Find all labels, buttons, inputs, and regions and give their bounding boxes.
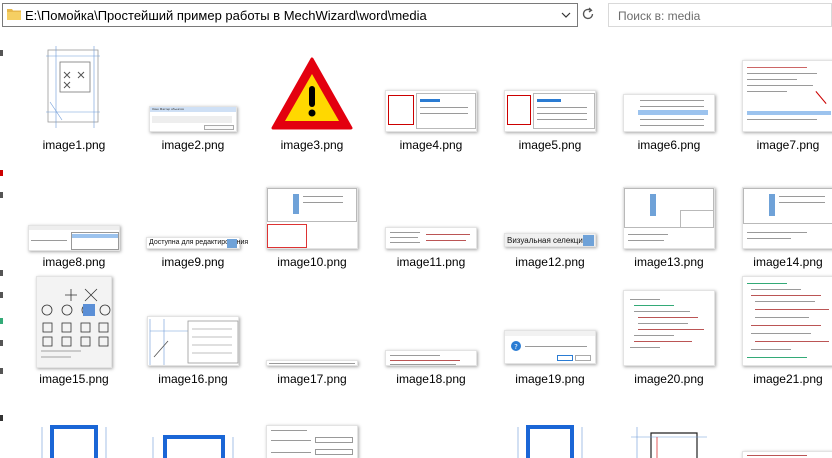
file-item[interactable] [491, 389, 609, 458]
thumbnail [147, 316, 239, 366]
file-item[interactable] [253, 389, 371, 458]
thumbnail [742, 276, 832, 366]
file-name: image3.png [280, 138, 344, 152]
svg-text:?: ? [514, 343, 518, 351]
thumbnail [266, 187, 358, 249]
file-item[interactable]: image17.png [253, 272, 371, 390]
thumbnail [627, 423, 711, 458]
thumbnail [623, 187, 715, 249]
file-name: image10.png [277, 255, 347, 269]
thumbnail [270, 56, 354, 132]
file-item[interactable]: Визуальная селекция image12.png [491, 155, 609, 273]
file-name: image12.png [515, 255, 585, 269]
file-name: image1.png [42, 138, 106, 152]
thumbnail [385, 90, 477, 132]
file-grid: image1.png Окно Мастер объектов image2.p… [10, 38, 832, 458]
thumbnail: Окно Мастер объектов [149, 106, 237, 132]
thumbnail [742, 187, 832, 249]
file-name: image11.png [396, 255, 466, 269]
file-name: image21.png [753, 372, 823, 386]
thumbnail [742, 60, 832, 132]
folder-icon [7, 9, 21, 20]
file-name: image4.png [399, 138, 463, 152]
thumbnail [36, 276, 112, 368]
file-name: image15.png [39, 372, 109, 386]
thumbnail [623, 94, 715, 132]
thumbnail [504, 90, 596, 132]
thumbnail: Визуальная селекция [504, 233, 596, 247]
file-item[interactable]: image1.png [15, 38, 133, 156]
search-placeholder: Поиск в: media [618, 9, 701, 23]
file-item[interactable]: image10.png [253, 155, 371, 273]
thumbnail [385, 350, 477, 366]
thumbnail [508, 423, 592, 458]
chevron-down-icon[interactable] [559, 7, 573, 23]
file-name: image16.png [158, 372, 228, 386]
thumbnail [32, 423, 116, 458]
file-item[interactable]: image3.png [253, 38, 371, 156]
thumbnail [623, 290, 715, 366]
thumbnail [266, 425, 358, 458]
file-item[interactable]: image4.png [372, 38, 490, 156]
thumbnail [385, 227, 477, 249]
file-item[interactable] [134, 389, 252, 458]
file-name: image13.png [634, 255, 704, 269]
refresh-icon[interactable] [580, 6, 596, 22]
file-name: image2.png [161, 138, 225, 152]
thumbnail [266, 360, 358, 366]
file-name: image7.png [756, 138, 820, 152]
file-name: image17.png [277, 372, 347, 386]
thumbnail [742, 451, 832, 458]
file-item[interactable]: image15.png [15, 272, 133, 390]
address-path: E:\Помойка\Простейший пример работы в Me… [25, 8, 427, 23]
file-name: image8.png [42, 255, 106, 269]
address-bar[interactable]: E:\Помойка\Простейший пример работы в Me… [2, 3, 578, 27]
file-item[interactable] [610, 389, 728, 458]
file-name: image20.png [634, 372, 704, 386]
thumbnail [42, 42, 106, 134]
file-item[interactable]: image18.png [372, 272, 490, 390]
file-item[interactable]: image7.png [729, 38, 832, 156]
file-item[interactable]: image21.png [729, 272, 832, 390]
file-item[interactable] [15, 389, 133, 458]
file-name: image9.png [161, 255, 225, 269]
file-item[interactable]: image14.png [729, 155, 832, 273]
file-item[interactable]: Окно Мастер объектов image2.png [134, 38, 252, 156]
file-name: image19.png [515, 372, 585, 386]
file-item[interactable]: Доступна для редактирования image9.png [134, 155, 252, 273]
file-name: image18.png [396, 372, 466, 386]
thumbnail: Доступна для редактирования [146, 237, 248, 249]
search-box[interactable]: Поиск в: media [608, 3, 832, 27]
file-item[interactable]: ? image19.png [491, 272, 609, 390]
file-item[interactable]: image8.png [15, 155, 133, 273]
file-item[interactable]: image13.png [610, 155, 728, 273]
file-item[interactable]: image16.png [134, 272, 252, 390]
file-item[interactable]: image20.png [610, 272, 728, 390]
file-item[interactable]: image6.png [610, 38, 728, 156]
file-item[interactable] [729, 389, 832, 458]
thumbnail: ? [504, 330, 596, 364]
file-name: image14.png [753, 255, 823, 269]
thumbnail [151, 435, 235, 458]
thumbnail [28, 225, 120, 251]
file-explorer-window: E:\Помойка\Простейший пример работы в Me… [0, 0, 832, 458]
file-name: image6.png [637, 138, 701, 152]
toolbar: E:\Помойка\Простейший пример работы в Me… [0, 0, 832, 30]
file-item[interactable]: image11.png [372, 155, 490, 273]
nav-pane-edge [0, 30, 8, 458]
file-name: image5.png [518, 138, 582, 152]
file-item[interactable]: image5.png [491, 38, 609, 156]
